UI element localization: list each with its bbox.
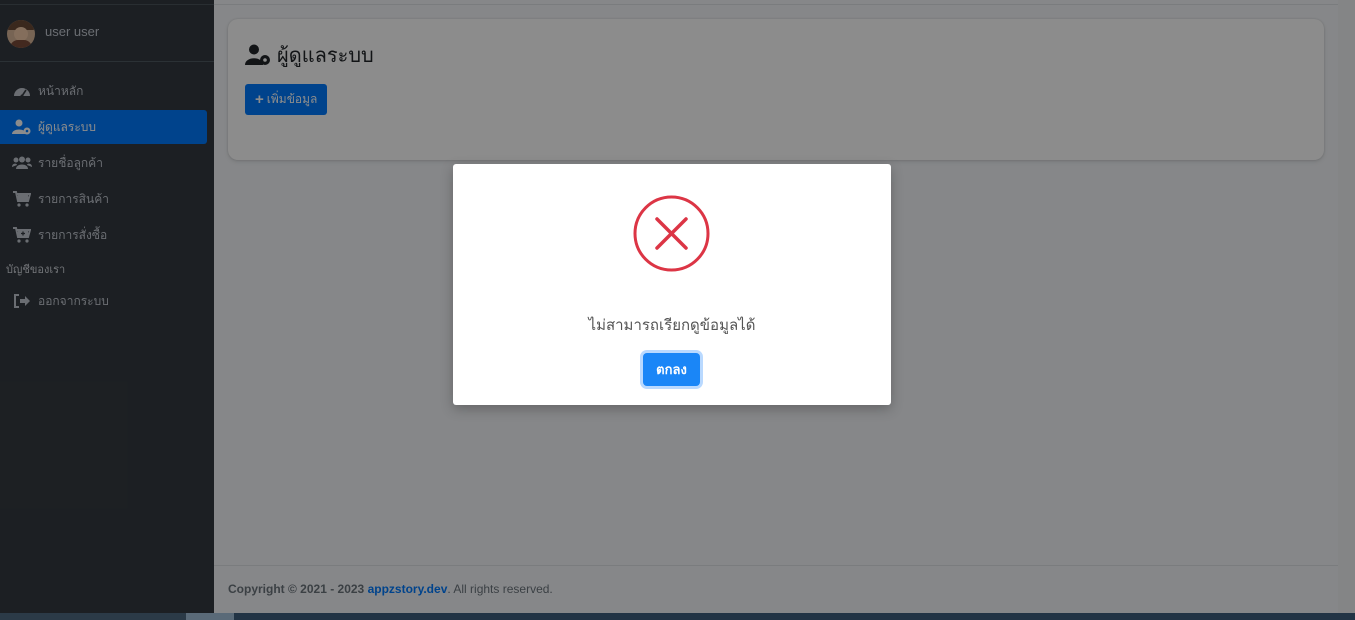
error-x-icon — [633, 195, 710, 272]
dialog-message: ไม่สามารถเรียกดูข้อมูลได้ — [588, 317, 756, 334]
taskbar-app[interactable] — [186, 613, 234, 620]
ok-button[interactable]: ตกลง — [643, 353, 700, 386]
error-dialog: ไม่สามารถเรียกดูข้อมูลได้ ตกลง — [453, 164, 891, 405]
taskbar — [0, 613, 1355, 620]
